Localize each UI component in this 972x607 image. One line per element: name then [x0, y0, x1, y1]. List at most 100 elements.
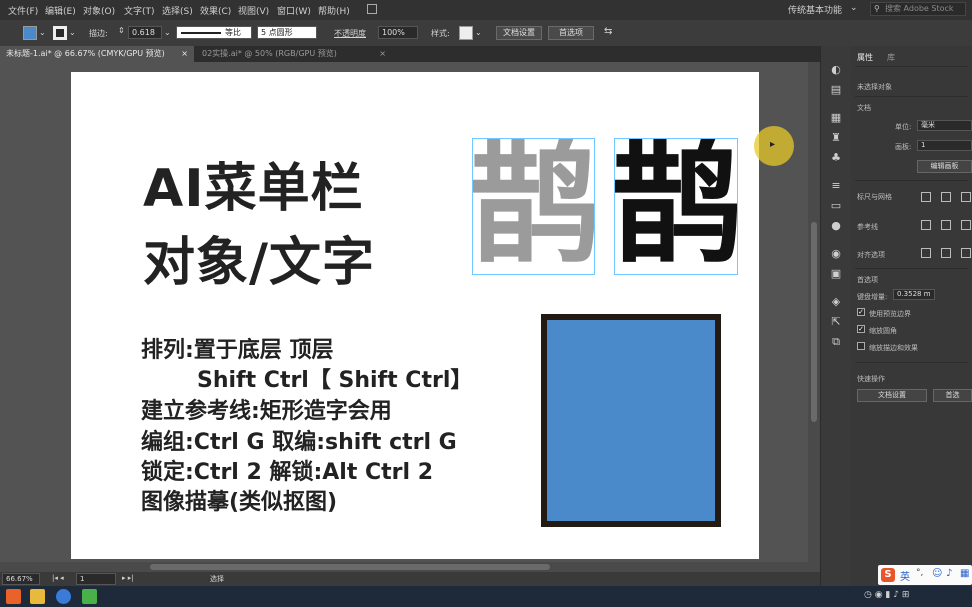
brush-icon[interactable]: ♜	[829, 132, 843, 144]
export-icon[interactable]: ⇱	[829, 316, 843, 328]
menu-window[interactable]: 窗口(W)	[277, 4, 311, 17]
menu-object[interactable]: 对象(O)	[83, 4, 115, 17]
ime-toolbar[interactable]: S 英 °, ☺ ♪ ▦	[878, 565, 972, 585]
variable-width-profile[interactable]: 等比	[176, 26, 252, 39]
ime-mode-icon[interactable]: 英	[900, 568, 910, 583]
tray-icons[interactable]: ◷ ◉ ▮ ♪ ⊞	[864, 590, 909, 600]
show-guides-icon[interactable]	[921, 220, 931, 230]
edit-artboards-button[interactable]: 编辑画板	[917, 160, 972, 173]
arrange-icon[interactable]: ⇆	[604, 26, 612, 37]
title-line-2[interactable]: 对象/文字	[143, 220, 375, 295]
next-artboard-icon[interactable]: ▸ ▸|	[122, 574, 134, 582]
file-explorer-icon[interactable]	[30, 589, 45, 604]
grid-menu-icon[interactable]: ▦	[960, 568, 969, 579]
menu-file[interactable]: 文件(F)	[8, 4, 38, 17]
vertical-scrollbar[interactable]	[808, 62, 820, 572]
scale-strokes-checkbox[interactable]	[857, 342, 865, 350]
menu-edit[interactable]: 编辑(E)	[45, 4, 76, 17]
menu-view[interactable]: 视图(V)	[238, 4, 269, 17]
text-arrange[interactable]: 排列:置于底层 顶层	[141, 332, 333, 364]
arrange-docs-icon[interactable]	[367, 4, 377, 14]
stroke-panel-icon[interactable]: ≡	[829, 180, 843, 192]
menu-help[interactable]: 帮助(H)	[318, 4, 350, 17]
opacity-label[interactable]: 不透明度	[334, 28, 366, 39]
text-image-trace[interactable]: 图像描摹(类似抠图)	[141, 484, 337, 516]
units-select[interactable]: 毫米	[917, 120, 972, 131]
menu-type[interactable]: 文字(T)	[124, 4, 155, 17]
opacity-field[interactable]: 100%	[378, 26, 418, 39]
snap-point-icon[interactable]	[921, 248, 931, 258]
wechat-icon[interactable]	[82, 589, 97, 604]
artboard-number-field[interactable]: 1	[76, 573, 116, 585]
document-setup-button[interactable]: 文档设置	[857, 389, 927, 402]
smart-guides-icon[interactable]	[961, 220, 971, 230]
snap-grid-icon[interactable]	[941, 248, 951, 258]
sogou-icon[interactable]: S	[881, 568, 895, 582]
symbols-icon[interactable]: ♣	[829, 152, 843, 164]
browser-icon[interactable]	[56, 589, 71, 604]
glyph-gray-box[interactable]: 鹊	[472, 138, 595, 275]
grid-icon[interactable]	[941, 192, 951, 202]
stroke-weight-field[interactable]: 0.618	[128, 26, 162, 39]
document-setup-button[interactable]: 文档设置	[496, 26, 542, 40]
blue-rectangle[interactable]	[541, 314, 721, 527]
title-line-1[interactable]: AI菜单栏	[143, 146, 364, 221]
lock-guides-icon[interactable]	[941, 220, 951, 230]
stroke-label: 描边:	[89, 29, 108, 38]
text-lock[interactable]: 锁定:Ctrl 2 解锁:Alt Ctrl 2	[141, 454, 433, 486]
text-guides[interactable]: 建立参考线:矩形造字会用	[141, 393, 392, 425]
scroll-thumb[interactable]	[150, 564, 550, 570]
graphic-styles-icon[interactable]: ▣	[829, 268, 843, 280]
color-guide-icon[interactable]: ◐	[829, 64, 843, 76]
chevron-down-icon[interactable]: ⌄	[69, 28, 76, 37]
punct-icon[interactable]: °,	[916, 568, 923, 578]
zoom-field[interactable]: 66.67%	[2, 573, 40, 585]
close-icon[interactable]: ×	[379, 46, 386, 62]
tab-untitled[interactable]: 未标题-1.ai* @ 66.67% (CMYK/GPU 预览) ×	[0, 46, 194, 62]
chevron-down-icon[interactable]: ⌄	[475, 28, 482, 37]
chevron-down-icon[interactable]: ⌄	[39, 28, 46, 37]
menu-effect[interactable]: 效果(C)	[200, 4, 231, 17]
gradient-icon[interactable]: ▭	[829, 200, 843, 212]
keyboard-increment-field[interactable]: 0.3528 m	[893, 289, 935, 300]
prev-artboard-icon[interactable]: |◂ ◂	[52, 574, 64, 582]
text-shortcuts[interactable]: Shift Ctrl【 Shift Ctrl】	[197, 362, 472, 394]
transparency-grid-icon[interactable]	[961, 192, 971, 202]
graphic-style-swatch[interactable]	[459, 26, 473, 40]
navigator-icon[interactable]: ▦	[829, 112, 843, 124]
tab-libraries[interactable]: 库	[887, 52, 895, 63]
fill-swatch[interactable]	[23, 26, 37, 40]
snap-pixel-icon[interactable]	[961, 248, 971, 258]
scale-corners-checkbox[interactable]: ✓	[857, 325, 865, 333]
profile-label: 等比	[225, 28, 241, 37]
illustrator-icon[interactable]	[6, 589, 21, 604]
preferences-button[interactable]: 首选项	[548, 26, 594, 40]
layers-icon[interactable]: ◈	[829, 296, 843, 308]
workspace-switcher[interactable]: 传统基本功能	[788, 3, 842, 16]
scroll-thumb[interactable]	[811, 222, 817, 422]
stepper-icon[interactable]: ⇕	[118, 26, 125, 35]
emoji-icon[interactable]: ☺	[932, 568, 942, 579]
artboard[interactable]: AI菜单栏 对象/文字 鹊 鹊 排列:置于底层 顶层 Shift Ctrl【 S…	[71, 72, 759, 559]
chevron-down-icon[interactable]: ⌄	[850, 3, 858, 13]
artboards-icon[interactable]: ⧉	[829, 336, 843, 348]
ruler-icon[interactable]	[921, 192, 931, 202]
chevron-down-icon[interactable]: ⌄	[164, 28, 171, 37]
stock-search-input[interactable]: ⚲ 搜索 Adobe Stock	[870, 2, 966, 16]
horizontal-scrollbar[interactable]	[0, 562, 808, 572]
tab-02-practice[interactable]: 02实操.ai* @ 50% (RGB/GPU 预览) ×	[196, 46, 392, 62]
transparency-icon[interactable]: ●	[829, 220, 843, 232]
preview-bounds-checkbox[interactable]: ✓	[857, 308, 865, 316]
text-group[interactable]: 编组:Ctrl G 取编:shift ctrl G	[141, 424, 457, 456]
close-icon[interactable]: ×	[181, 46, 188, 62]
brush-definition[interactable]: 5 点圆形	[257, 26, 317, 39]
stroke-swatch[interactable]	[53, 26, 67, 40]
preferences-button[interactable]: 首选	[933, 389, 972, 402]
appearance-icon[interactable]: ◉	[829, 248, 843, 260]
tab-properties[interactable]: 属性	[857, 52, 873, 63]
menu-select[interactable]: 选择(S)	[162, 4, 193, 17]
document-icon[interactable]: ▤	[829, 84, 843, 96]
voice-icon[interactable]: ♪	[946, 568, 952, 579]
glyph-black-box[interactable]: 鹊	[614, 138, 738, 275]
artboard-select[interactable]: 1	[917, 140, 972, 151]
